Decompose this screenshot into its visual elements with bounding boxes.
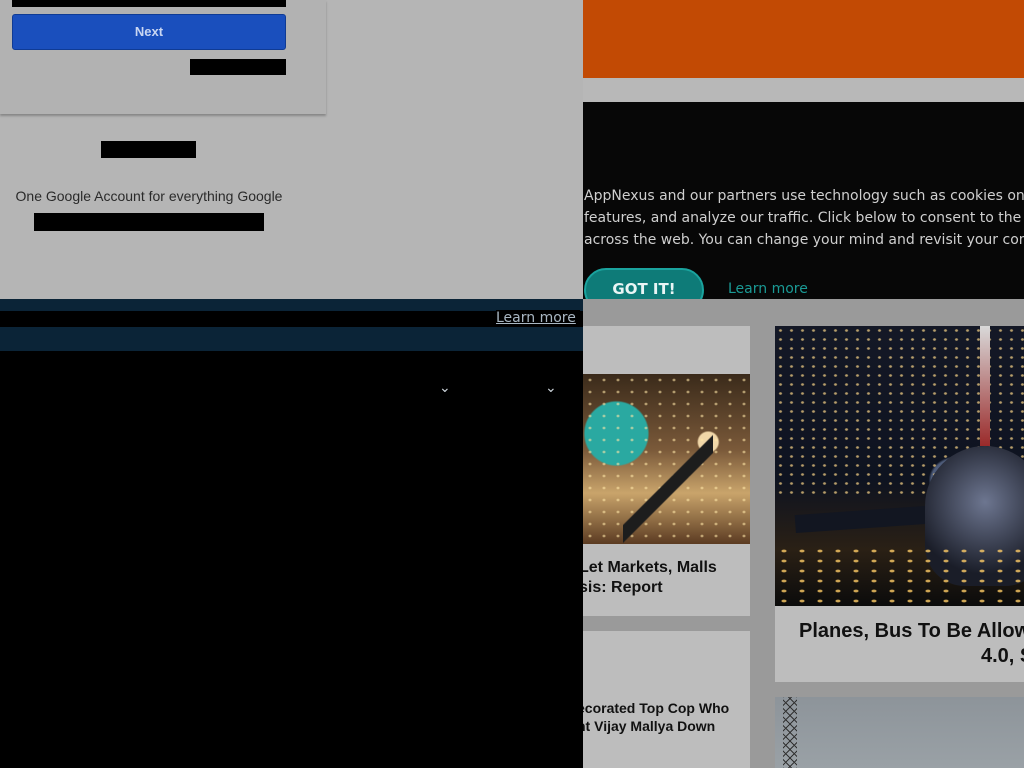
chevron-down-icon[interactable]: ⌄	[545, 381, 557, 395]
consent-learn-more-link[interactable]: Learn more	[728, 281, 808, 297]
consent-line-3: across the web. You can change your mind…	[584, 232, 1024, 248]
site-header-bar	[583, 0, 1024, 78]
chevron-down-icon[interactable]: ⌄	[439, 381, 451, 395]
dark-panel: ⌄ ⌄	[0, 351, 583, 768]
got-it-button[interactable]: GOT IT!	[584, 268, 704, 299]
consent-line-1: AppNexus and our partners use technology…	[584, 188, 1024, 204]
plane-tail	[980, 326, 990, 446]
news-card-markets-malls[interactable]: Let Markets, Malls sis: Report	[583, 326, 750, 616]
cookie-learn-more-link[interactable]: Learn more	[496, 310, 580, 326]
runway-lights	[775, 546, 1024, 606]
redacted-link[interactable]	[190, 59, 286, 75]
escalator-shape	[623, 434, 713, 544]
plane-night-image	[775, 326, 1024, 606]
news-card-planes-bus[interactable]: Planes, Bus To Be Allow 4.0, S	[775, 326, 1024, 682]
consent-line-2: features, and analyze our traffic. Click…	[584, 210, 1024, 226]
tower-image	[775, 697, 1024, 768]
news-card-title[interactable]: Planes, Bus To Be Allow 4.0, S	[799, 619, 1024, 669]
redacted-field	[12, 0, 286, 7]
title-line-1: ecorated Top Cop Who	[583, 700, 730, 716]
title-line-1: Planes, Bus To Be Allow	[799, 620, 1024, 642]
cookie-strip: Learn more	[0, 299, 583, 351]
redacted-footer-links[interactable]	[34, 213, 264, 231]
mall-interior-image	[583, 374, 750, 544]
title-line-2: sis: Report	[583, 579, 663, 596]
consent-text: AppNexus and our partners use technology…	[584, 185, 1024, 251]
news-card-tower[interactable]	[775, 697, 1024, 768]
google-account-tagline: One Google Account for everything Google	[15, 188, 283, 204]
news-card-title[interactable]: ecorated Top Cop Who ht Vijay Mallya Dow…	[583, 700, 750, 735]
title-line-2: ht Vijay Mallya Down	[583, 717, 716, 734]
news-card-top-cop[interactable]: ecorated Top Cop Who ht Vijay Mallya Dow…	[583, 631, 750, 768]
signin-card: Next	[0, 0, 326, 114]
consent-banner: AppNexus and our partners use technology…	[583, 102, 1024, 299]
news-card-title[interactable]: Let Markets, Malls sis: Report	[583, 558, 750, 598]
header-divider	[583, 78, 1024, 102]
title-line-2: 4.0, S	[981, 645, 1024, 667]
redacted-text	[101, 141, 196, 158]
next-button[interactable]: Next	[12, 14, 286, 50]
title-line-1: Let Markets, Malls	[583, 559, 717, 576]
transmission-tower	[783, 697, 797, 768]
